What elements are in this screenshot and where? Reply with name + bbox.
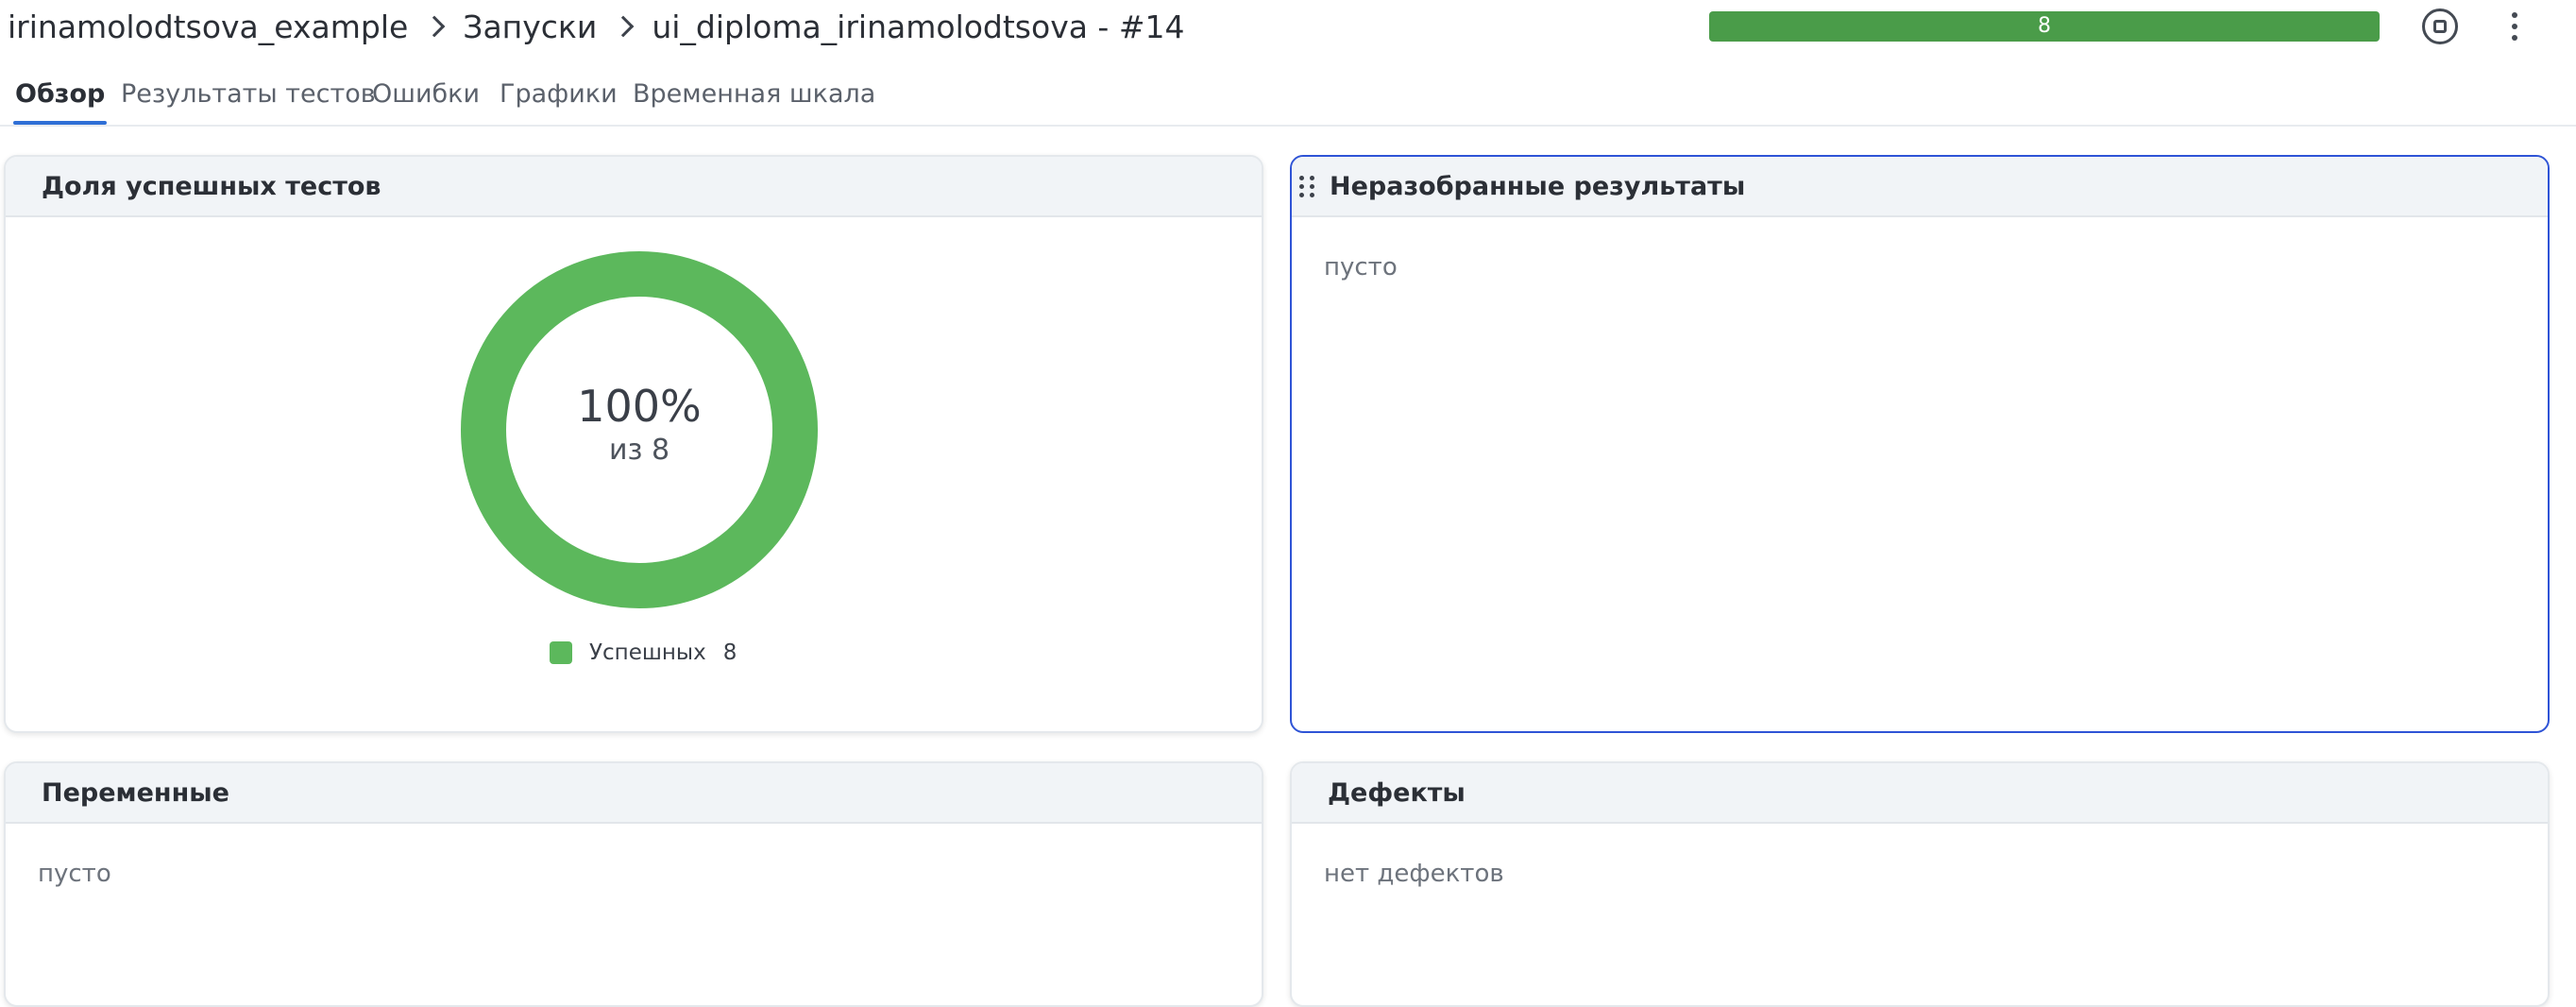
breadcrumb-project[interactable]: irinamolodtsova_example (8, 9, 408, 45)
breadcrumb-launches[interactable]: Запуски (463, 9, 597, 45)
widget-title: Доля успешных тестов (6, 157, 1262, 217)
tab-test-results[interactable]: Результаты тестов (121, 79, 376, 125)
widget-header: Неразобранные результаты (1292, 157, 2548, 217)
empty-state-text: пусто (1324, 253, 1398, 282)
pass-percent: 100% (577, 380, 702, 432)
tab-timeline[interactable]: Временная шкала (633, 79, 875, 125)
empty-state-text: нет дефектов (1324, 860, 1504, 888)
widget-title: Переменные (6, 763, 1262, 824)
launch-progress-bar: 8 (1709, 11, 2380, 42)
unresolved-results-widget[interactable]: Неразобранные результаты пусто (1290, 155, 2550, 733)
pass-rate-widget: Доля успешных тестов 100% из 8 Успешных … (4, 155, 1263, 733)
chart-legend: Успешных 8 (550, 639, 737, 667)
legend-label: Успешных (589, 640, 706, 665)
chevron-right-icon (423, 15, 446, 38)
more-menu-button[interactable] (2500, 8, 2529, 45)
variables-widget: Переменные пусто (4, 761, 1263, 1007)
drag-handle-icon[interactable] (1299, 174, 1316, 198)
legend-swatch-passed (550, 641, 572, 664)
more-vertical-icon-dot (2512, 35, 2517, 41)
widget-title: Неразобранные результаты (1330, 171, 1746, 201)
more-vertical-icon-dot (2512, 24, 2517, 29)
tab-errors[interactable]: Ошибки (372, 79, 480, 125)
pass-rate-donut: 100% из 8 (457, 247, 822, 612)
top-bar: irinamolodtsova_example Запуски ui_diplo… (0, 0, 2576, 60)
defects-widget: Дефекты нет дефектов (1290, 761, 2550, 1007)
tab-overview[interactable]: Обзор (12, 79, 108, 125)
tab-bar: Обзор Результаты тестов Ошибки Графики В… (0, 68, 2576, 127)
stop-circle-icon (2433, 20, 2447, 33)
widget-title: Дефекты (1292, 763, 2548, 824)
empty-state-text: пусто (38, 860, 111, 888)
more-vertical-icon (2512, 12, 2517, 18)
tab-graphs[interactable]: Графики (500, 79, 618, 125)
stop-launch-button[interactable] (2422, 9, 2458, 44)
pass-total: из 8 (608, 433, 670, 467)
breadcrumb-launch: ui_diploma_irinamolodtsova - #14 (652, 8, 1185, 45)
legend-count: 8 (722, 640, 737, 665)
chevron-right-icon (612, 15, 635, 38)
breadcrumb: irinamolodtsova_example Запуски ui_diplo… (8, 8, 1184, 45)
donut-center: 100% из 8 (457, 247, 822, 612)
